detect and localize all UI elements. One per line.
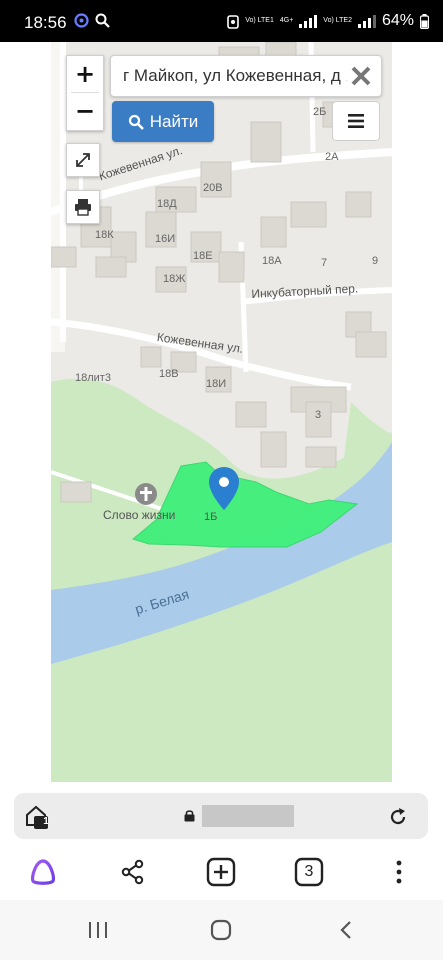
back-system-button[interactable] bbox=[336, 918, 356, 942]
zoom-in-button[interactable]: + bbox=[67, 56, 103, 92]
map-tiles bbox=[51, 42, 392, 782]
house-label: 2Б bbox=[313, 106, 327, 118]
house-label-selected: 1Б bbox=[204, 511, 218, 523]
zoom-control: + − bbox=[66, 55, 104, 131]
tabs-switcher-button[interactable]: 3 bbox=[294, 857, 324, 887]
back-chevron-icon bbox=[340, 921, 351, 939]
battery-icon bbox=[420, 13, 429, 29]
house-label: 18Д bbox=[157, 198, 177, 210]
network-type-label: 4G+ bbox=[279, 17, 294, 24]
address-search-box bbox=[110, 55, 382, 97]
home-system-button[interactable] bbox=[209, 918, 233, 942]
refresh-icon bbox=[390, 808, 406, 825]
status-bar: 18:56 Vo) LTE1 4G+ Vo) LTE2 64% bbox=[0, 0, 443, 42]
house-label: 18К bbox=[95, 229, 114, 241]
house-label: 18А bbox=[262, 255, 282, 267]
house-label: 18И bbox=[206, 378, 227, 390]
plus-box-icon bbox=[206, 857, 236, 887]
url-text-redacted[interactable] bbox=[202, 805, 294, 827]
house-label: 18Ж bbox=[163, 273, 186, 285]
house-label: 16И bbox=[155, 233, 176, 245]
new-tab-button[interactable] bbox=[206, 857, 236, 887]
sim2-lte-label: Vo) LTE2 bbox=[323, 17, 352, 24]
browser-toolbar: 3 bbox=[0, 845, 443, 899]
status-time: 18:56 bbox=[24, 13, 67, 32]
search-notification-icon bbox=[95, 13, 110, 28]
house-label: 7 bbox=[321, 257, 328, 269]
home-circle-icon bbox=[210, 919, 232, 941]
find-button-label: Найти bbox=[149, 111, 199, 131]
more-vertical-icon bbox=[396, 860, 402, 884]
house-label: 18Е bbox=[193, 250, 213, 262]
browser-notification-icon bbox=[74, 13, 89, 28]
printer-icon bbox=[75, 199, 91, 216]
house-label: 9 bbox=[372, 255, 379, 267]
house-label: 3 bbox=[315, 409, 322, 421]
home-tab-button[interactable]: 1 bbox=[24, 803, 52, 831]
alarm-icon bbox=[227, 14, 239, 29]
map-canvas[interactable]: Кожевенная ул. Кожевенная ул. Инкубаторн… bbox=[51, 42, 392, 782]
share-button[interactable] bbox=[118, 857, 148, 887]
house-label: 18В bbox=[159, 368, 179, 380]
tabs-count: 3 bbox=[304, 863, 314, 880]
recent-apps-button[interactable] bbox=[86, 918, 110, 942]
zoom-out-button[interactable]: − bbox=[67, 93, 103, 129]
recent-apps-icon bbox=[89, 922, 107, 938]
lock-icon bbox=[184, 810, 195, 822]
system-navigation-bar bbox=[0, 900, 443, 960]
expand-icon bbox=[76, 153, 90, 167]
battery-percent: 64% bbox=[381, 12, 414, 29]
house-label: 20В bbox=[203, 182, 223, 194]
address-search-input[interactable] bbox=[111, 56, 381, 96]
house-label: 18лит3 bbox=[75, 372, 111, 384]
reload-button[interactable] bbox=[386, 805, 410, 829]
house-label: 2А bbox=[325, 151, 339, 163]
sim1-signal-icon bbox=[299, 14, 318, 28]
more-options-button[interactable] bbox=[384, 857, 414, 887]
search-icon bbox=[128, 114, 144, 130]
browser-address-bar[interactable]: 1 bbox=[14, 793, 428, 839]
clear-search-button[interactable] bbox=[347, 62, 375, 90]
map-menu-button[interactable] bbox=[332, 101, 380, 141]
share-icon bbox=[121, 859, 144, 885]
web-page: Кожевенная ул. Кожевенная ул. Инкубаторн… bbox=[0, 42, 443, 782]
hamburger-menu-icon bbox=[348, 114, 364, 128]
home-tab-badge: 1 bbox=[43, 816, 49, 827]
fullscreen-button[interactable] bbox=[66, 143, 100, 177]
alice-assistant-icon bbox=[30, 859, 56, 885]
close-icon bbox=[351, 66, 371, 86]
find-button[interactable]: Найти bbox=[112, 101, 214, 142]
sim2-signal-icon bbox=[357, 14, 376, 28]
print-button[interactable] bbox=[66, 190, 100, 224]
alice-assistant-button[interactable] bbox=[28, 857, 58, 887]
sim1-lte-label: Vo) LTE1 bbox=[245, 17, 274, 24]
poi-label-slovo-zhizni: Слово жизни bbox=[103, 508, 176, 522]
